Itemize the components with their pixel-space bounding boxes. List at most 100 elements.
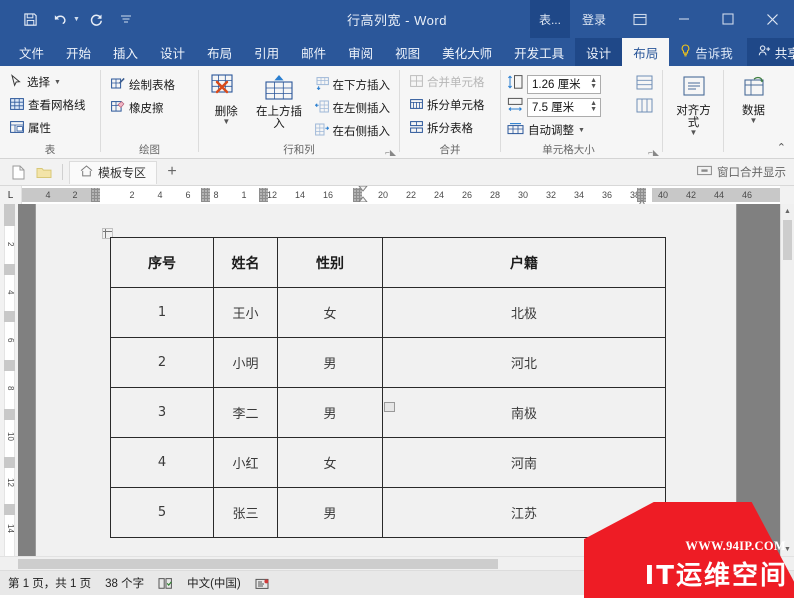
row-height-spinner[interactable]: ▲ ▼ (590, 77, 598, 90)
vertical-scroll-thumb[interactable] (783, 220, 792, 260)
row-height-input[interactable]: 1.26 厘米 ▲ ▼ (527, 74, 601, 94)
page-info[interactable]: 第 1 页，共 1 页 (8, 575, 91, 591)
web-layout-view-icon[interactable] (762, 573, 788, 593)
column-marker[interactable] (259, 188, 268, 202)
table-header-cell[interactable]: 序号 (110, 237, 214, 288)
column-width-spinner[interactable]: ▲ ▼ (590, 100, 598, 113)
table-cell[interactable]: 河北 (382, 337, 666, 388)
select-button[interactable]: 选择 ▼ (6, 71, 90, 93)
tab-beautify-master[interactable]: 美化大师 (431, 38, 503, 66)
table-cell[interactable]: 男 (277, 337, 383, 388)
add-tab-button[interactable]: + (159, 161, 185, 183)
tab-file[interactable]: 文件 (8, 38, 55, 66)
document-table[interactable]: 序号 姓名 性别 户籍 1 王小 女 北极 2 小明 男 河北 3 李二 男 南… (110, 237, 666, 538)
tab-design[interactable]: 设计 (149, 38, 196, 66)
read-mode-view-icon[interactable] (706, 573, 732, 593)
autofit-button[interactable]: 自动调整 ▼ (507, 119, 589, 141)
table-cell[interactable]: 2 (110, 337, 214, 388)
draw-table-button[interactable]: 绘制表格 (107, 74, 179, 96)
vruler-row-marker[interactable] (4, 504, 15, 515)
open-folder-icon[interactable] (32, 161, 56, 183)
scroll-up-icon[interactable]: ▲ (781, 204, 794, 218)
merge-cells-button[interactable]: 合并单元格 (406, 71, 489, 93)
vruler-row-marker[interactable] (4, 409, 15, 420)
vruler-row-marker[interactable] (4, 457, 15, 468)
table-cell[interactable]: 张三 (213, 487, 278, 538)
table-header-cell[interactable]: 性别 (277, 237, 383, 288)
document-canvas[interactable]: 序号 姓名 性别 户籍 1 王小 女 北极 2 小明 男 河北 3 李二 男 南… (18, 204, 794, 556)
table-header-cell[interactable]: 姓名 (213, 237, 278, 288)
vruler-row-marker[interactable] (4, 264, 15, 275)
tell-me-box[interactable]: 告诉我 (669, 38, 744, 66)
table-resize-grip[interactable] (384, 402, 395, 412)
tab-view[interactable]: 视图 (384, 38, 431, 66)
first-line-indent-marker[interactable] (357, 186, 369, 204)
table-cell[interactable]: 王小 (213, 287, 278, 338)
table-cell[interactable]: 4 (110, 437, 214, 488)
new-document-icon[interactable] (6, 161, 30, 183)
table-cell[interactable]: 3 (110, 387, 214, 438)
word-count[interactable]: 38 个字 (105, 575, 144, 591)
alignment-dropdown-icon[interactable]: ▼ (690, 128, 698, 137)
table-cell[interactable]: 女 (277, 287, 383, 338)
print-layout-view-icon[interactable] (734, 573, 760, 593)
document-page[interactable]: 序号 姓名 性别 户籍 1 王小 女 北极 2 小明 男 河北 3 李二 男 南… (36, 204, 736, 556)
vertical-scrollbar[interactable]: ▲ ▼ (780, 204, 794, 556)
horizontal-scrollbar[interactable] (0, 556, 794, 570)
column-width-input[interactable]: 7.5 厘米 ▲ ▼ (527, 97, 601, 117)
vruler-row-marker[interactable] (4, 360, 15, 371)
table-cell[interactable]: 江苏 (382, 487, 666, 538)
table-cell[interactable]: 南极 (382, 387, 666, 438)
table-cell[interactable]: 男 (277, 487, 383, 538)
collapse-ribbon-icon[interactable]: ⌃ (777, 141, 786, 154)
tab-mailings[interactable]: 邮件 (290, 38, 337, 66)
tab-insert[interactable]: 插入 (102, 38, 149, 66)
column-marker[interactable] (201, 188, 210, 202)
column-marker[interactable] (91, 188, 100, 202)
vruler-row-marker[interactable] (4, 311, 15, 322)
table-cell[interactable]: 小明 (213, 337, 278, 388)
tab-developer[interactable]: 开发工具 (503, 38, 575, 66)
share-button[interactable]: 共享 (746, 38, 794, 66)
proofing-icon[interactable] (158, 577, 173, 590)
insert-above-button[interactable]: 在上方插入 (248, 71, 311, 130)
table-cell[interactable]: 小红 (213, 437, 278, 488)
distribute-columns-icon[interactable] (636, 98, 654, 118)
tab-layout[interactable]: 布局 (196, 38, 243, 66)
template-zone-tab[interactable]: 模板专区 (69, 160, 158, 184)
split-cells-button[interactable]: 拆分单元格 (406, 94, 489, 116)
alignment-button[interactable]: 对齐方式 ▼ (669, 71, 718, 137)
table-cell[interactable]: 5 (110, 487, 214, 538)
autofit-dropdown-icon[interactable]: ▼ (578, 127, 585, 134)
table-cell[interactable]: 1 (110, 287, 214, 338)
insert-left-button[interactable]: 在左侧插入 (311, 97, 395, 119)
cell-size-dialog-launcher[interactable]: ⌐◣ (648, 148, 659, 157)
distribute-rows-icon[interactable] (636, 75, 654, 95)
view-gridlines-button[interactable]: 查看网格线 (6, 94, 90, 116)
delete-button[interactable]: 删除 ▼ (205, 71, 248, 126)
vertical-ruler[interactable]: 2 4 6 8 10 12 14 (0, 204, 18, 556)
horizontal-scroll-thumb[interactable] (18, 559, 498, 569)
tab-table-design[interactable]: 设计 (575, 38, 623, 66)
tab-home[interactable]: 开始 (55, 38, 102, 66)
merge-window-button[interactable]: 窗口合并显示 (697, 164, 794, 180)
macro-record-icon[interactable] (255, 577, 269, 590)
select-dropdown-icon[interactable]: ▼ (54, 79, 61, 86)
tab-stop-selector[interactable]: L (0, 186, 22, 204)
right-indent-marker[interactable] (637, 195, 646, 204)
split-table-button[interactable]: 拆分表格 (406, 117, 489, 139)
tab-review[interactable]: 审阅 (337, 38, 384, 66)
tab-references[interactable]: 引用 (243, 38, 290, 66)
rows-columns-dialog-launcher[interactable]: ⌐◣ (385, 148, 396, 157)
table-cell[interactable]: 河南 (382, 437, 666, 488)
table-cell[interactable]: 男 (277, 387, 383, 438)
insert-below-button[interactable]: 在下方插入 (311, 74, 395, 96)
eraser-button[interactable]: 橡皮擦 (107, 97, 179, 119)
table-header-cell[interactable]: 户籍 (382, 237, 666, 288)
table-cell[interactable]: 女 (277, 437, 383, 488)
data-dropdown-icon[interactable]: ▼ (750, 116, 758, 125)
delete-dropdown-icon[interactable]: ▼ (222, 117, 230, 126)
table-cell[interactable]: 李二 (213, 387, 278, 438)
data-button[interactable]: 数据 ▼ (730, 71, 777, 125)
table-cell[interactable]: 北极 (382, 287, 666, 338)
